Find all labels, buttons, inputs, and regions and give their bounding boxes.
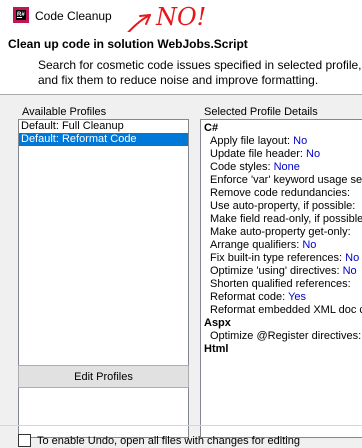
dialog-description: Search for cosmetic code issues specifie… bbox=[38, 58, 362, 87]
details-row-label: Optimize @Register directives: bbox=[210, 330, 362, 342]
details-row: Code styles: None bbox=[204, 161, 362, 174]
profiles-list[interactable]: Default: Full Cleanup Default: Reformat … bbox=[18, 119, 189, 438]
details-row: Fix built-in type references: No bbox=[204, 252, 362, 265]
details-row-label: Enforce 'var' keyword usage settings: bbox=[210, 174, 362, 186]
details-row-label: Update file header: bbox=[210, 148, 303, 160]
details-row-label: Make field read-only, if possible: bbox=[210, 213, 362, 225]
profile-details-panel[interactable]: C# Apply file layout: No Update file heade… bbox=[200, 119, 362, 438]
details-row-label: Make auto-property get-only: bbox=[210, 226, 351, 238]
details-section-heading: Aspx bbox=[204, 317, 231, 329]
details-row-label: Reformat code: bbox=[210, 291, 286, 303]
details-row-label: Code styles: bbox=[210, 161, 271, 173]
details-row: Shorten qualified references: bbox=[204, 278, 362, 291]
details-row: Enforce 'var' keyword usage settings: bbox=[204, 174, 362, 187]
svg-text:R#: R# bbox=[17, 12, 25, 18]
details-row-value: No bbox=[293, 135, 308, 147]
undo-checkbox-label[interactable]: To enable Undo, open all files with chan… bbox=[37, 435, 300, 447]
details-row-label: Reformat embedded XML doc comments: bbox=[210, 304, 362, 316]
dialog-body: Available Profiles Default: Full Cleanup… bbox=[0, 95, 362, 448]
details-row: Optimize @Register directives: bbox=[204, 330, 362, 343]
available-profiles-label: Available Profiles bbox=[22, 106, 107, 118]
details-row: Remove code redundancies: bbox=[204, 187, 362, 200]
details-row-value: No bbox=[302, 239, 317, 251]
profile-details-content: C# Apply file layout: No Update file heade… bbox=[204, 122, 362, 356]
details-row-value: None bbox=[273, 161, 300, 173]
profile-item-full-cleanup[interactable]: Default: Full Cleanup bbox=[19, 120, 188, 133]
dialog-heading: Clean up code in solution WebJobs.Script bbox=[8, 37, 248, 51]
details-row: Use auto-property, if possible: bbox=[204, 200, 362, 213]
details-row: Reformat code: Yes bbox=[204, 291, 362, 304]
details-row: Arrange qualifiers: No bbox=[204, 239, 362, 252]
dialog-header: Clean up code in solution WebJobs.Script… bbox=[0, 32, 362, 95]
details-row-label: Fix built-in type references: bbox=[210, 252, 343, 264]
title-bar: R# Code Cleanup NO! bbox=[0, 0, 362, 39]
details-row-label: Use auto-property, if possible: bbox=[210, 200, 356, 212]
details-row-value: No bbox=[345, 252, 360, 264]
details-row-label: Optimize 'using' directives: bbox=[210, 265, 340, 277]
window-title: Code Cleanup bbox=[35, 9, 112, 23]
details-row: Make field read-only, if possible: bbox=[204, 213, 362, 226]
undo-checkbox[interactable] bbox=[18, 434, 31, 447]
edit-profiles-button[interactable]: Edit Profiles bbox=[18, 365, 189, 388]
profile-item-reformat-code[interactable]: Default: Reformat Code bbox=[19, 133, 188, 146]
details-row-value: Yes bbox=[288, 291, 307, 303]
details-row: Make auto-property get-only: bbox=[204, 226, 362, 239]
details-section-heading: Html bbox=[204, 343, 229, 355]
bottom-divider bbox=[0, 425, 362, 426]
details-section-heading: C# bbox=[204, 122, 219, 134]
details-row: Optimize 'using' directives: No bbox=[204, 265, 362, 278]
details-row-label: Apply file layout: bbox=[210, 135, 291, 147]
details-row: Apply file layout: No bbox=[204, 135, 362, 148]
annotation-text: NO! bbox=[155, 3, 206, 31]
details-row-value: No bbox=[342, 265, 357, 277]
details-row-label: Arrange qualifiers: bbox=[210, 239, 300, 251]
resharper-icon: R# bbox=[13, 7, 29, 23]
details-row: Update file header: No bbox=[204, 148, 362, 161]
selected-profile-details-label: Selected Profile Details bbox=[204, 106, 318, 118]
details-row-label: Remove code redundancies: bbox=[210, 187, 351, 199]
details-row: Reformat embedded XML doc comments: bbox=[204, 304, 362, 317]
details-row-value: No bbox=[306, 148, 321, 160]
details-row-label: Shorten qualified references: bbox=[210, 278, 351, 290]
